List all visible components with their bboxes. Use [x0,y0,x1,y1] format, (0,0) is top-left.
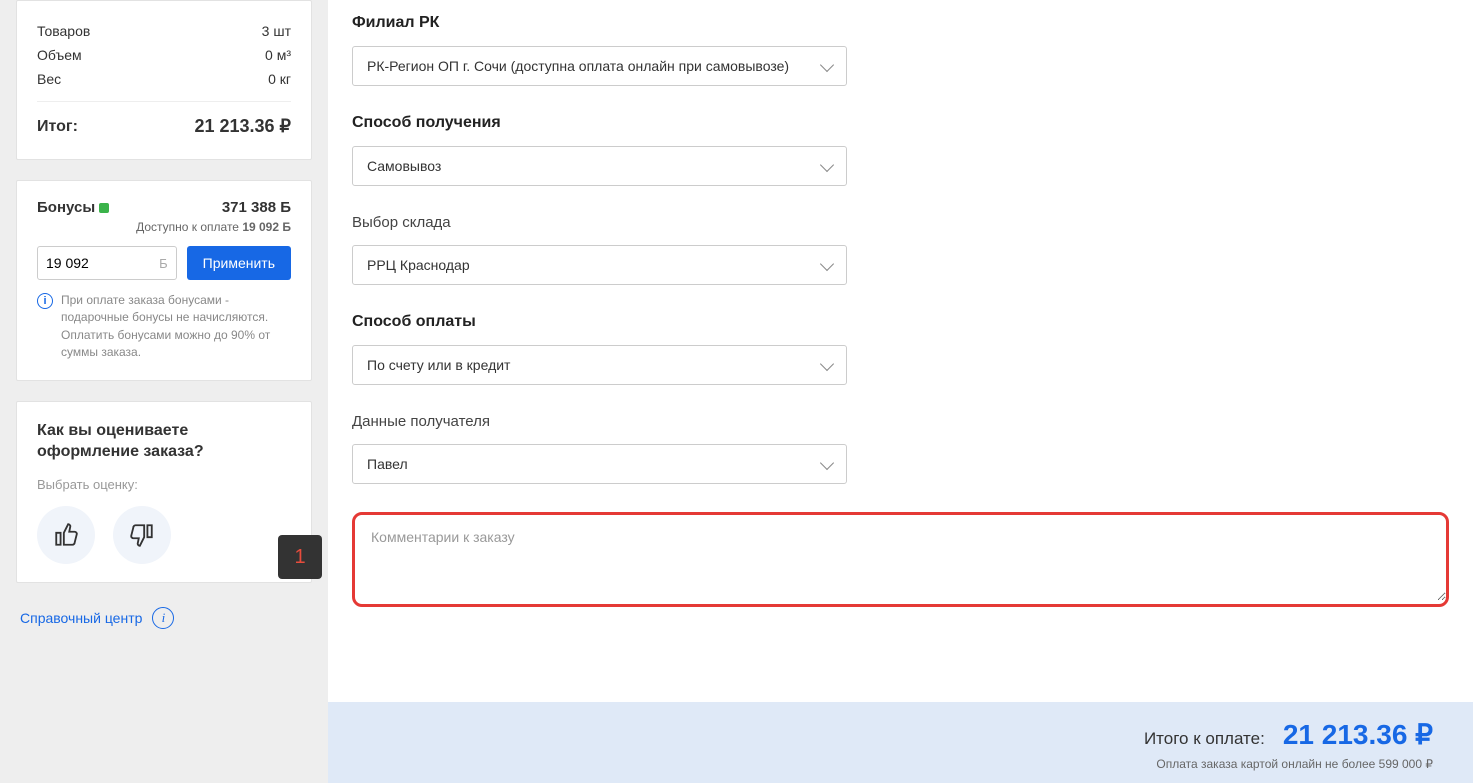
delivery-value: Самовывоз [367,158,441,174]
bonus-info: i При оплате заказа бонусами - подарочны… [37,292,291,362]
summary-goods-value: 3 шт [262,23,291,39]
warehouse-value: РРЦ Краснодар [367,257,470,273]
comment-highlight [352,512,1449,607]
summary-total-value: 21 213.36 ₽ [194,116,291,137]
bonuses-label: Бонусы [37,199,109,216]
chevron-down-icon [820,256,834,270]
thumbs-down-button[interactable] [113,506,171,564]
callout-marker-1: 1 [278,535,322,579]
footer-total-value: 21 213.36 ₽ [1283,718,1433,751]
bonuses-card: Бонусы 371 388 Б Доступно к оплате 19 09… [16,180,312,381]
sidebar: Товаров 3 шт Объем 0 м³ Вес 0 кг Итог: 2… [0,0,328,783]
thumbs-up-icon [53,522,79,548]
bonus-input[interactable] [46,247,159,279]
summary-volume-label: Объем [37,47,82,63]
payment-value: По счету или в кредит [367,357,510,373]
recipient-select[interactable]: Павел [352,444,847,484]
bonus-unit: Б [159,256,168,271]
branch-label: Филиал РК [352,14,1449,32]
chevron-down-icon [820,455,834,469]
order-comment-textarea[interactable] [355,515,1446,601]
branch-value: РК-Регион ОП г. Сочи (доступна оплата он… [367,58,789,74]
order-summary-card: Товаров 3 шт Объем 0 м³ Вес 0 кг Итог: 2… [16,0,312,160]
footer-bar: Итого к оплате: 21 213.36 ₽ Оплата заказ… [328,702,1473,783]
thumbs-down-icon [129,522,155,548]
rating-title: Как вы оцениваете оформление заказа? [37,420,291,463]
chevron-down-icon [820,356,834,370]
bonuses-header: Бонусы 371 388 Б [37,199,291,216]
bonus-info-text: При оплате заказа бонусами - подарочные … [61,292,291,362]
rating-choose-label: Выбрать оценку: [37,477,291,492]
bonus-badge-icon [99,203,109,213]
summary-goods-row: Товаров 3 шт [37,19,291,43]
apply-bonus-button[interactable]: Применить [187,246,291,280]
summary-weight-value: 0 кг [268,71,291,87]
payment-label: Способ оплаты [352,313,1449,331]
payment-select[interactable]: По счету или в кредит [352,345,847,385]
delivery-label: Способ получения [352,114,1449,132]
bonuses-balance: 371 388 Б [222,199,291,216]
summary-total-label: Итог: [37,118,78,136]
footer-total-label: Итого к оплате: [1144,729,1265,749]
summary-volume-row: Объем 0 м³ [37,43,291,67]
recipient-label: Данные получателя [352,413,1449,430]
rating-card: Как вы оцениваете оформление заказа? Выб… [16,401,312,583]
bonuses-available: Доступно к оплате 19 092 Б [37,220,291,234]
summary-weight-label: Вес [37,71,61,87]
info-circle-icon: i [152,607,174,629]
chevron-down-icon [820,57,834,71]
summary-weight-row: Вес 0 кг [37,67,291,91]
footer-note: Оплата заказа картой онлайн не более 599… [368,757,1433,771]
summary-volume-value: 0 м³ [265,47,291,63]
warehouse-label: Выбор склада [352,214,1449,231]
summary-total-row: Итог: 21 213.36 ₽ [37,101,291,141]
summary-goods-label: Товаров [37,23,90,39]
help-center-link[interactable]: Справочный центр i [16,603,312,633]
help-center-label: Справочный центр [20,610,142,626]
thumbs-up-button[interactable] [37,506,95,564]
warehouse-select[interactable]: РРЦ Краснодар [352,245,847,285]
recipient-value: Павел [367,456,408,472]
main-content: Филиал РК РК-Регион ОП г. Сочи (доступна… [328,0,1473,783]
info-icon: i [37,293,53,309]
branch-select[interactable]: РК-Регион ОП г. Сочи (доступна оплата он… [352,46,847,86]
bonus-input-wrap[interactable]: Б [37,246,177,280]
chevron-down-icon [820,157,834,171]
delivery-select[interactable]: Самовывоз [352,146,847,186]
